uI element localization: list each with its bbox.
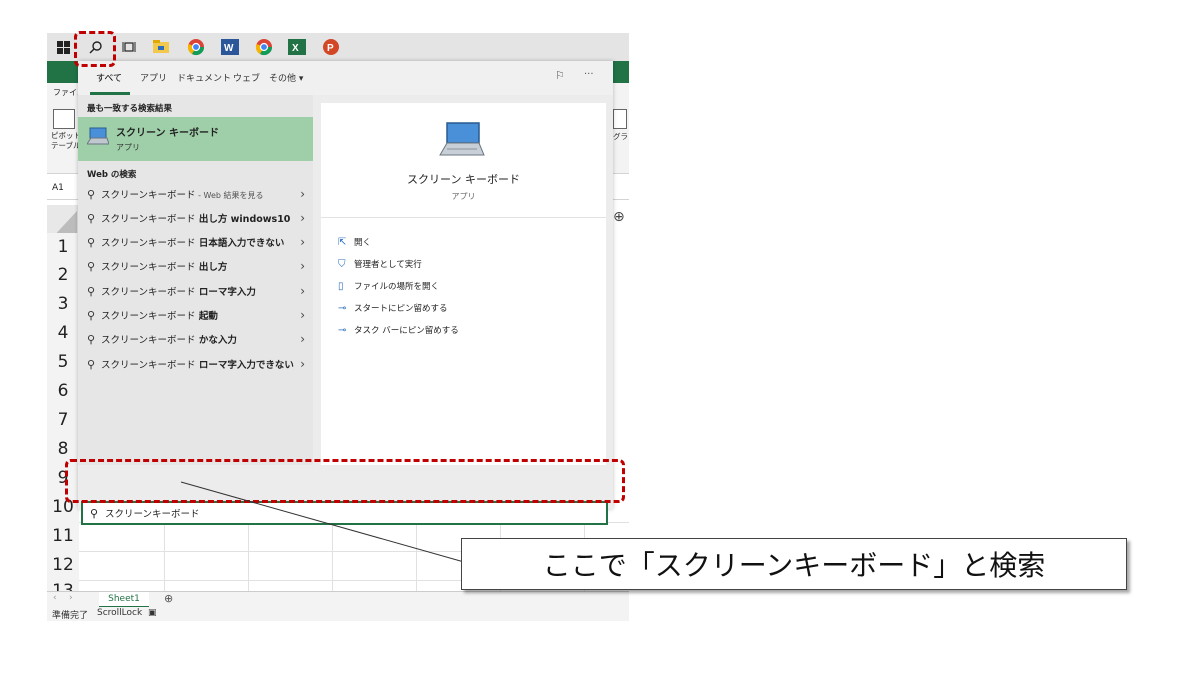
instruction-callout: ここで「スクリーンキーボード」と検索 bbox=[461, 538, 1127, 590]
